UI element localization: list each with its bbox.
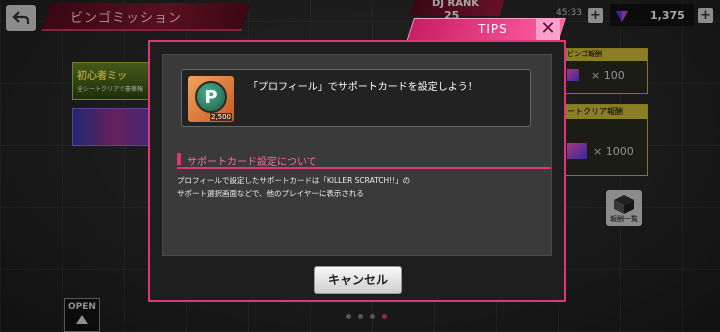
description-line-1: プロフィールで設定したサポートカードは「KILLER SCRATCH!!」の bbox=[177, 176, 411, 185]
section-header: サポートカード設定について bbox=[177, 151, 551, 169]
tips-label: TIPS bbox=[478, 22, 508, 36]
section-marker bbox=[177, 153, 181, 165]
cancel-button[interactable]: キャンセル bbox=[314, 266, 402, 294]
close-button[interactable]: ✕ bbox=[536, 18, 560, 40]
support-card-panel: P 2,500 「プロフィール」でサポートカードを設定しよう！ bbox=[181, 69, 531, 127]
description-line-2: サポート選択画面などで、他のプレイヤーに表示される bbox=[177, 189, 364, 198]
card-number: 2,500 bbox=[209, 113, 232, 121]
support-card-icon: P 2,500 bbox=[188, 76, 234, 122]
section-title: サポートカード設定について bbox=[187, 157, 317, 168]
tips-dialog: P 2,500 「プロフィール」でサポートカードを設定しよう！ サポートカード設… bbox=[148, 40, 566, 302]
record-disc-icon: P bbox=[195, 81, 227, 113]
dialog-content: P 2,500 「プロフィール」でサポートカードを設定しよう！ サポートカード設… bbox=[162, 54, 552, 256]
tip-title: 「プロフィール」でサポートカードを設定しよう！ bbox=[248, 82, 478, 93]
